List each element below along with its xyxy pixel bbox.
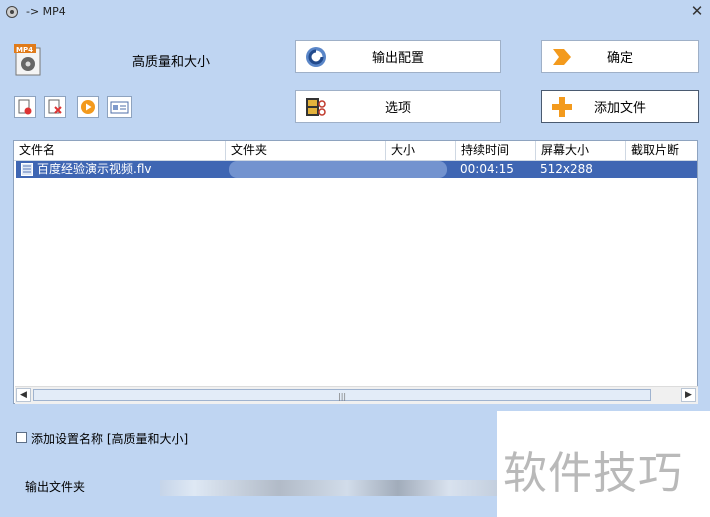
grip-icon: ||| (338, 392, 347, 401)
column-header-size[interactable]: 大小 (386, 141, 456, 160)
close-icon[interactable]: ✕ (690, 4, 704, 19)
mp4-badge-text: MP4 (16, 46, 33, 54)
add-preset-name-checkbox[interactable] (16, 432, 27, 443)
file-list[interactable]: 文件名 文件夹 大小 持续时间 屏幕大小 截取片断 百度经验演示视频.flv 0… (13, 140, 698, 404)
scroll-left-button[interactable]: ◀ (16, 388, 31, 402)
options-button[interactable]: 选项 (295, 90, 501, 123)
options-label: 选项 (384, 101, 411, 116)
table-row[interactable]: 百度经验演示视频.flv 00:04:15 512x288 (16, 161, 697, 178)
output-config-label: 输出配置 (371, 51, 424, 66)
preset-name: 高质量和大小 (132, 55, 211, 70)
file-duration: 00:04:15 (460, 162, 514, 176)
confirm-label: 确定 (606, 51, 633, 66)
app-icon (6, 6, 18, 18)
file-name: 百度经验演示视频.flv (37, 162, 152, 176)
add-file-label: 添加文件 (593, 101, 646, 116)
output-folder-label: 输出文件夹 (25, 480, 86, 494)
output-config-button[interactable]: 输出配置 (295, 40, 501, 73)
scroll-thumb[interactable]: ||| (33, 389, 651, 401)
add-file-button[interactable]: 添加文件 (541, 90, 699, 123)
watermark-text: 软件技巧 (503, 448, 683, 499)
confirm-button[interactable]: 确定 (541, 40, 699, 73)
column-header-screen-size[interactable]: 屏幕大小 (536, 141, 626, 160)
file-screen-size: 512x288 (540, 162, 593, 176)
plus-icon (552, 97, 572, 117)
column-header-filename[interactable]: 文件名 (14, 141, 226, 160)
arrow-right-icon (553, 49, 571, 65)
play-icon (81, 100, 95, 114)
horizontal-scrollbar[interactable]: ◀ ||| ▶ (15, 386, 698, 404)
media-info-button[interactable] (107, 96, 132, 118)
column-header-duration[interactable]: 持续时间 (456, 141, 536, 160)
clear-list-button[interactable] (44, 96, 66, 118)
mp4-format-icon: MP4 (14, 44, 41, 76)
list-header: 文件名 文件夹 大小 持续时间 屏幕大小 截取片断 (14, 141, 697, 161)
title-bar: -> MP4 ✕ (0, 0, 710, 26)
play-button[interactable] (77, 96, 99, 118)
film-scissors-icon (306, 98, 326, 116)
window-title: -> MP4 (26, 5, 66, 18)
delete-icon (48, 99, 62, 114)
add-preset-name-label: 添加设置名称 [高质量和大小] (31, 432, 189, 446)
remove-file-icon (18, 99, 32, 115)
file-icon (21, 163, 33, 176)
info-card-icon (110, 101, 129, 114)
folder-path-redacted (229, 161, 447, 178)
column-header-clip[interactable]: 截取片断 (626, 141, 697, 160)
scroll-right-button[interactable]: ▶ (681, 388, 696, 402)
output-folder-field[interactable] (160, 480, 500, 496)
column-header-folder[interactable]: 文件夹 (226, 141, 386, 160)
remove-file-button[interactable] (14, 96, 36, 118)
output-config-icon (306, 47, 326, 67)
